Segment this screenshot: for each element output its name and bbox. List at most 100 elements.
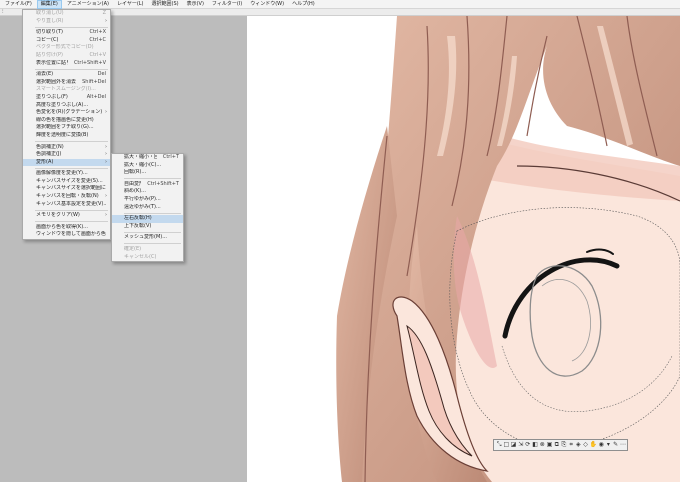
menu-bar: ファイル(F) 編集(E) アニメーション(A) レイヤー(L) 選択範囲(S) 表示(V…	[0, 0, 680, 9]
menu-item-shortcut: Ctrl+Shift+V	[73, 59, 106, 66]
edit-menu-item-15[interactable]: 線の色を描画色に変更(H)	[23, 117, 110, 125]
menu-item-label: 変形(A)	[36, 158, 54, 165]
edit-menu-item-26[interactable]: キャンバスを回転・反転(N) ›	[23, 193, 110, 201]
edit-menu-item-19[interactable]: 色調補正(N) ›	[23, 144, 110, 152]
copy-icon[interactable]: ⧉	[554, 441, 560, 449]
menubar-item-6[interactable]: フィルター(I)	[209, 0, 245, 9]
edit-menu-item-25[interactable]: キャンバスサイズを選択範囲に合わせる(Z)	[23, 185, 110, 193]
menu-item-label: 上下反転(V)	[124, 222, 152, 229]
edit-menu-item-11: スマートスムージング(I)...	[23, 86, 110, 94]
menu-item-label: スマートスムージング(I)...	[36, 86, 96, 93]
transform-menu-item-0[interactable]: 拡大・縮小・回転(S)... Ctrl+T	[112, 154, 183, 162]
menu-item-shortcut: Ctrl+C	[89, 36, 106, 43]
flip-icon[interactable]: ◧	[532, 441, 538, 449]
transform-menu-item-5[interactable]: 斜め(K)...	[112, 188, 183, 196]
mask-icon[interactable]: ◉	[598, 441, 604, 449]
menu-item-label: 切り取り(T)	[36, 29, 63, 36]
edit-menu-item-13[interactable]: 高度な塗りつぶし(A)...	[23, 102, 110, 110]
brush-icon[interactable]: ✎	[613, 441, 619, 449]
menubar-item-1[interactable]: 編集(E)	[36, 0, 62, 9]
edit-menu-item-21[interactable]: 変形(A) ›	[23, 158, 110, 167]
edit-menu-item-3[interactable]: 切り取り(T) Ctrl+X	[23, 29, 110, 37]
select-rect-icon[interactable]: ⤡	[496, 441, 502, 449]
edit-menu-item-20[interactable]: 色調補正(J) ›	[23, 151, 110, 159]
menu-item-label: 色調補正(J)	[36, 151, 62, 158]
edit-menu-item-4[interactable]: コピー(C) Ctrl+C	[23, 37, 110, 45]
transform-menu-item-2[interactable]: 回転(R)...	[112, 169, 183, 177]
menu-item-label: 選択範囲外を消去(O)	[36, 78, 77, 85]
edit-menu-item-12[interactable]: 塗りつぶし(F) Alt+Del	[23, 94, 110, 102]
transform-menu-item-4[interactable]: 自由変形(D)... Ctrl+Shift+T	[112, 181, 183, 189]
canvas-paper[interactable]	[247, 16, 680, 482]
fill-icon[interactable]: ▣	[546, 441, 553, 449]
menu-item-label: 線の色を描画色に変更(H)	[36, 116, 94, 123]
menubar-item-2[interactable]: アニメーション(A)	[64, 0, 112, 9]
transform-menu-item-7[interactable]: 遠近ゆがみ(T)...	[112, 204, 183, 212]
transform-submenu: 拡大・縮小・回転(S)... Ctrl+T 拡大・縮小(C)...回転(R)... 自…	[111, 153, 184, 263]
transform-menu-item-1[interactable]: 拡大・縮小(C)...	[112, 162, 183, 170]
deselect-icon[interactable]: □	[503, 441, 509, 449]
menu-separator	[124, 178, 181, 180]
edit-menu-item-9[interactable]: 消去(E) Del	[23, 71, 110, 79]
transform-menu-item-6[interactable]: 平行ゆがみ(P)...	[112, 196, 183, 204]
menu-item-label: キャンバスサイズを選択範囲に合わせる(Z)	[36, 185, 106, 192]
menu-item-shortcut: Ctrl+Shift+T	[147, 180, 179, 187]
invert-selection-icon[interactable]: ◪	[510, 441, 517, 449]
menu-separator	[124, 212, 181, 214]
menu-item-label: 色調補正(N)	[36, 143, 64, 150]
menubar-item-8[interactable]: ヘルプ(H)	[289, 0, 318, 9]
edit-menu-item-27[interactable]: キャンバス基本設定を変更(V)...	[23, 201, 110, 209]
menubar-item-5[interactable]: 表示(V)	[184, 0, 207, 9]
transform-menu-item-12[interactable]: メッシュ変形(M)...	[112, 234, 183, 242]
menu-separator	[35, 68, 108, 70]
submenu-arrow-icon: ›	[105, 151, 107, 158]
menubar-item-7[interactable]: ウィンドウ(W)	[247, 0, 287, 9]
menu-item-label: メッシュ変形(M)...	[124, 234, 167, 241]
edit-menu-item-17[interactable]: 輝度を透明度に変換(B)	[23, 132, 110, 140]
rotate-icon[interactable]: ⟳	[525, 441, 531, 449]
shrink-icon[interactable]: ◇	[582, 441, 588, 449]
edit-menu-item-16[interactable]: 選択範囲をフチ取り(G)...	[23, 124, 110, 132]
menu-item-shortcut: Ctrl+V	[89, 51, 106, 58]
menu-item-shortcut: Ctrl+T	[162, 154, 179, 160]
clear-icon[interactable]: ⊗	[539, 441, 545, 449]
edit-menu-item-1: やり直し(R) ›	[23, 18, 110, 26]
edit-menu-item-10[interactable]: 選択範囲外を消去(O) Shift+Del	[23, 79, 110, 87]
edit-menu-item-32[interactable]: ウィンドウを隠して画面から色を取得(H)...	[23, 231, 110, 239]
menubar-item-3[interactable]: レイヤー(L)	[114, 0, 147, 9]
menu-item-label: キャンバス基本設定を変更(V)...	[36, 200, 106, 207]
menu-item-label: キャンセル(C)	[124, 253, 157, 260]
menubar-item-4[interactable]: 選択範囲(S)	[149, 0, 182, 9]
menu-item-label: 拡大・縮小・回転(S)...	[124, 154, 157, 160]
menu-item-label: 遠近ゆがみ(T)...	[124, 203, 161, 210]
more-icon[interactable]: ⋯	[620, 441, 626, 449]
edit-menu-item-31[interactable]: 画面から色を取得(K)...	[23, 224, 110, 232]
transform-menu-item-10[interactable]: 上下反転(V)	[112, 223, 183, 231]
edit-menu-item-24[interactable]: キャンバスサイズを変更(S)...	[23, 178, 110, 186]
menubar-item-0[interactable]: ファイル(F)	[2, 0, 35, 9]
menu-item-label: 消去(E)	[36, 71, 54, 78]
hand-icon[interactable]: ✋	[590, 441, 597, 449]
menu-item-label: 貼り付け(P)	[36, 51, 63, 58]
edit-menu-item-14[interactable]: 色変化を(R)(グラデーション) ›	[23, 109, 110, 117]
menu-item-label: メモリをクリア(W)	[36, 212, 80, 219]
menu-item-label: 画像解像度を変更(Y)...	[36, 170, 88, 177]
settings-icon[interactable]: ▾	[605, 441, 611, 449]
menu-item-label: 平行ゆがみ(P)...	[124, 195, 161, 202]
edit-menu-item-0: 取り消し(U) Z	[23, 10, 110, 18]
scale-icon[interactable]: ⇲	[518, 441, 524, 449]
paste-icon[interactable]: ⎘	[561, 441, 567, 449]
menu-item-label: やり直し(R)	[36, 17, 64, 24]
edit-menu-item-29[interactable]: メモリをクリア(W) ›	[23, 212, 110, 220]
edit-menu-item-7[interactable]: 表示位置に貼り付け(E) Ctrl+Shift+V	[23, 60, 110, 68]
menu-separator	[35, 167, 108, 169]
selection-launcher-toolbar: ⤡ □ ◪ ⇲ ⟳ ◧ ⊗ ▣ ⧉ ⎘ ⌗ ◈ ◇ ✋ ◉ ▾ ✎ ⋯	[493, 439, 628, 451]
menu-separator	[35, 141, 108, 142]
edit-menu-item-23[interactable]: 画像解像度を変更(Y)...	[23, 170, 110, 178]
grow-icon[interactable]: ◈	[575, 441, 581, 449]
submenu-arrow-icon: ›	[105, 158, 107, 165]
crop-icon[interactable]: ⌗	[568, 441, 574, 449]
menu-item-label: コピー(C)	[36, 36, 59, 43]
edit-menu: 取り消し(U) Z やり直し(R) › 切り取り(T) Ctrl+X コピー(C) Ctrl+…	[22, 9, 111, 241]
transform-menu-item-9[interactable]: 左右反転(H)	[112, 215, 183, 223]
